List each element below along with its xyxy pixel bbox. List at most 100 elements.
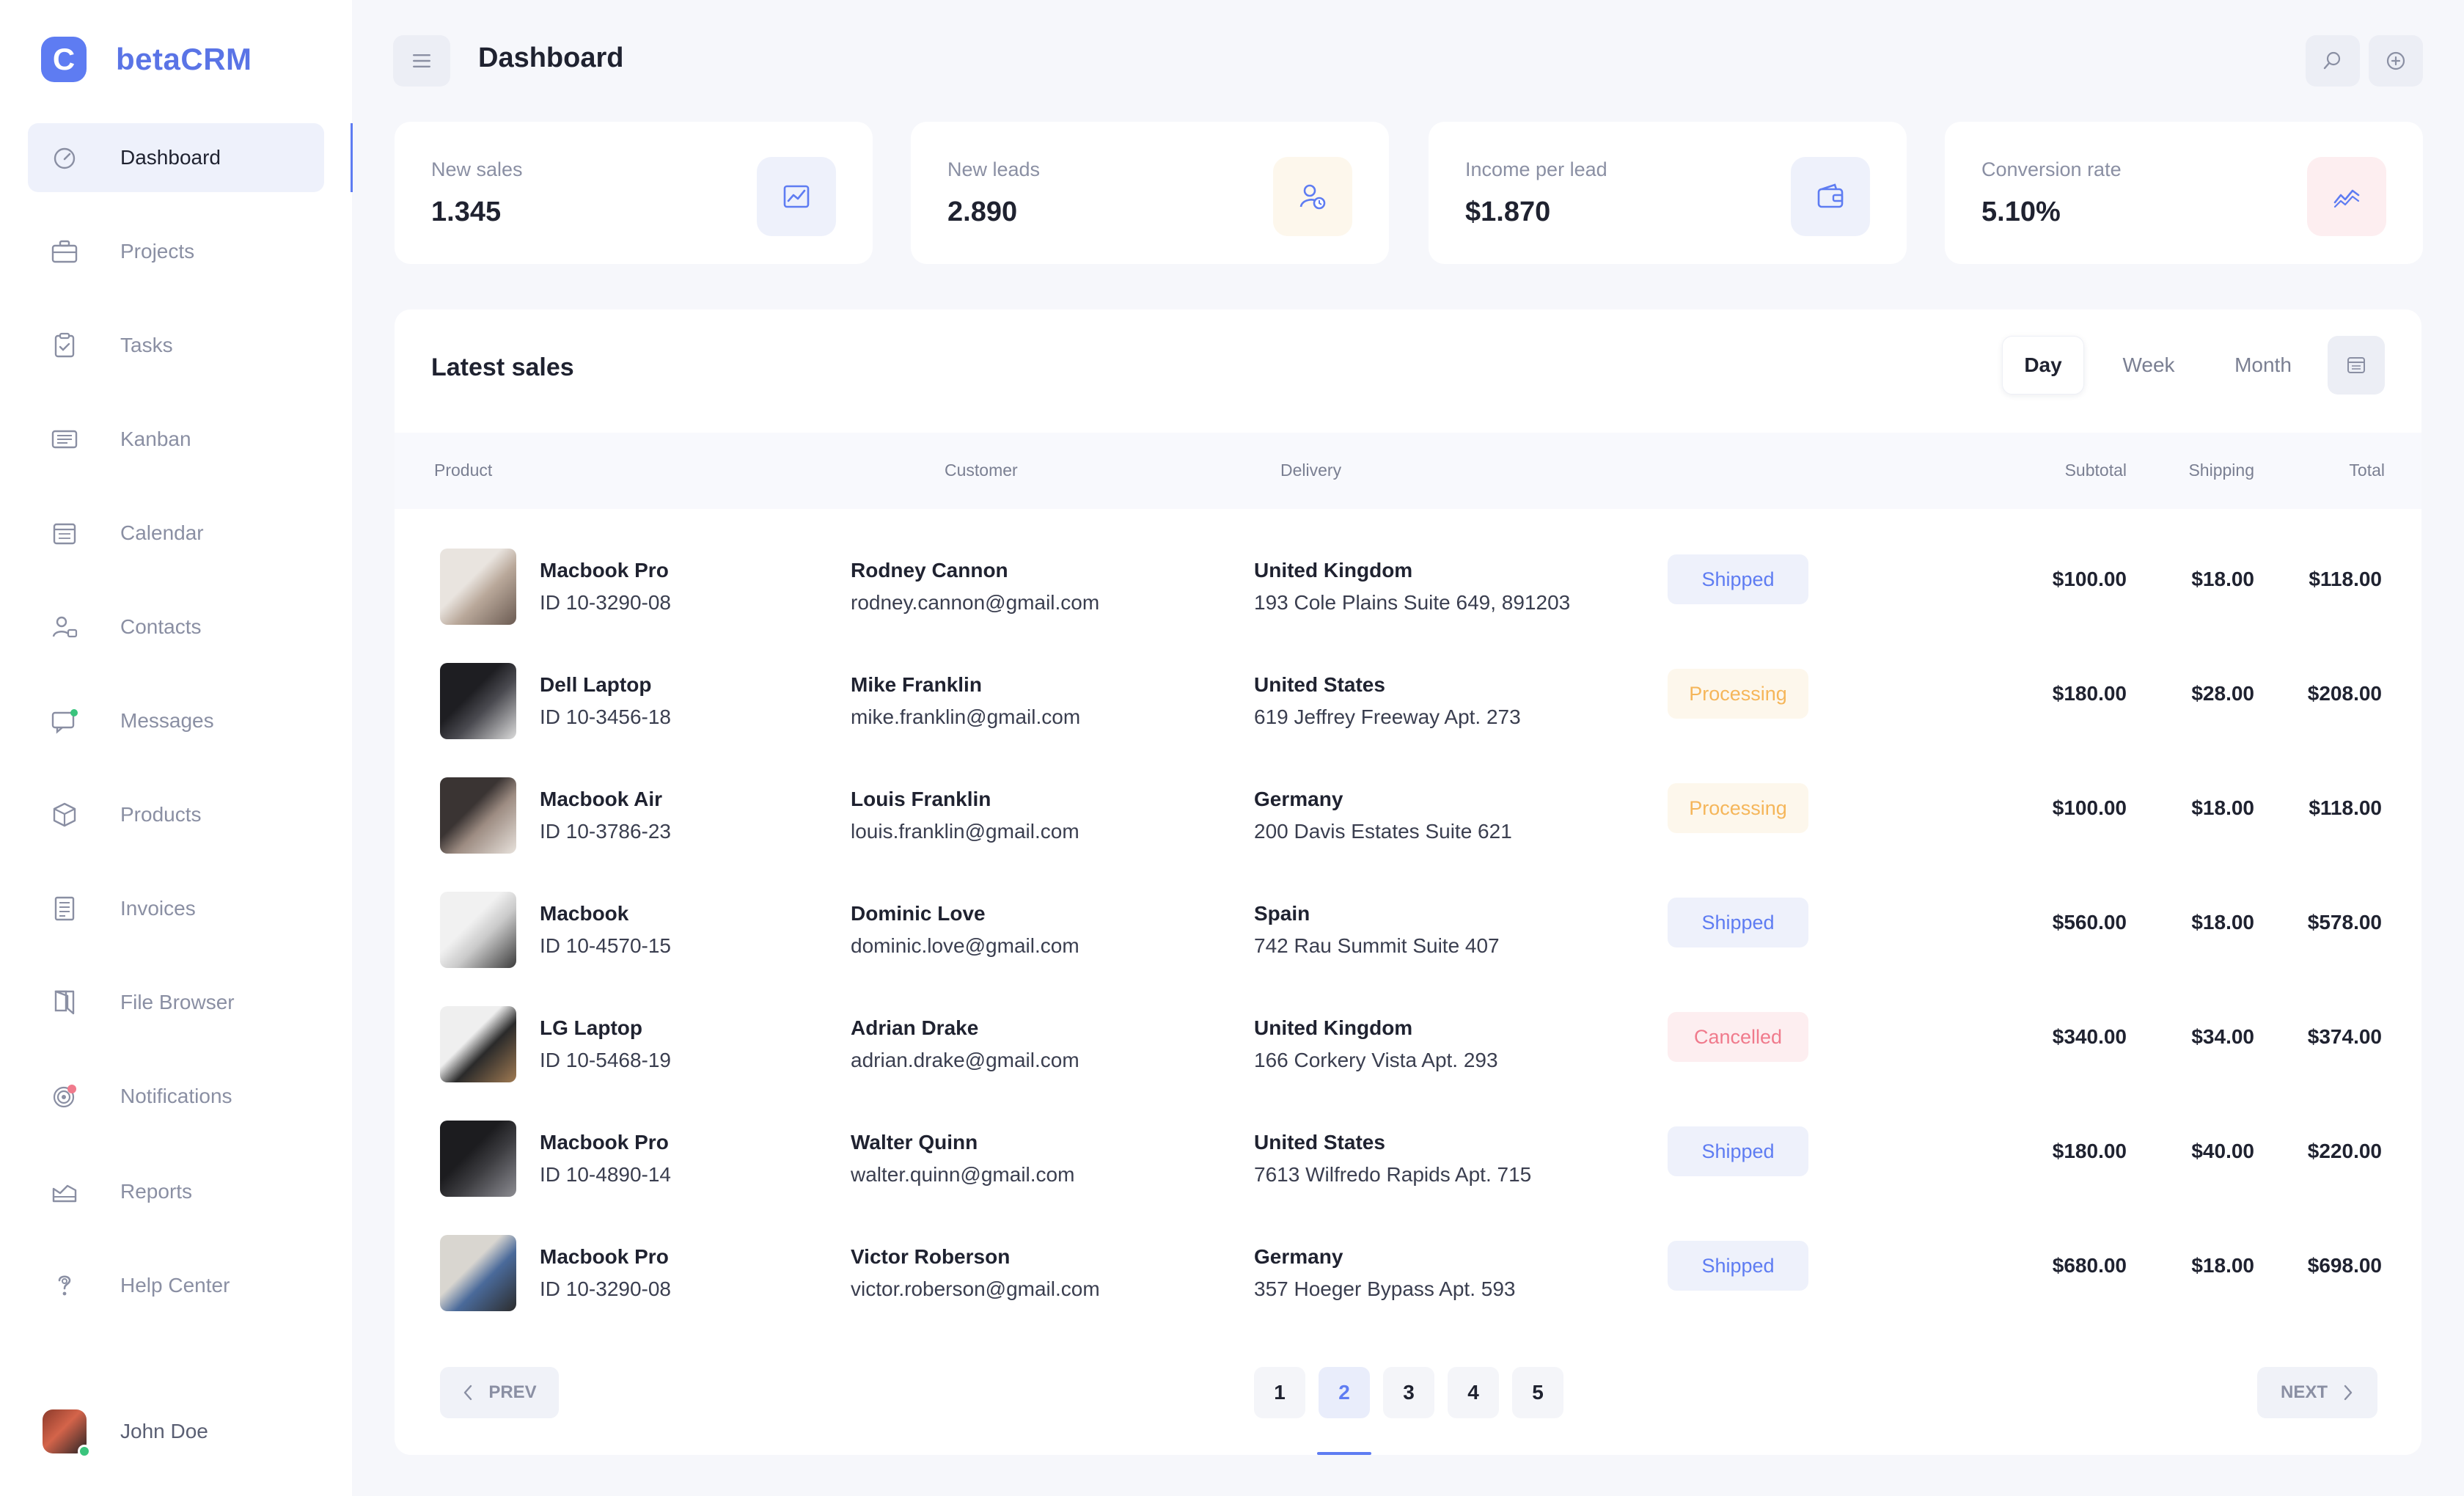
product-id: ID 10-3786-23 — [540, 820, 672, 843]
filter-day[interactable]: Day — [2002, 336, 2084, 395]
column-shipping[interactable]: Shipping — [2188, 461, 2254, 480]
active-indicator — [351, 123, 353, 192]
subtotal-value: $180.00 — [2052, 1140, 2127, 1162]
product-name[interactable]: Dell Laptop — [540, 673, 651, 697]
sidebar-item-help-center[interactable]: Help Center — [28, 1251, 324, 1320]
shipping-value: $18.00 — [2191, 796, 2254, 819]
customer-name[interactable]: Walter Quinn — [851, 1131, 978, 1154]
customer-name[interactable]: Rodney Cannon — [851, 559, 1008, 582]
page-button-5[interactable]: 5 — [1512, 1367, 1563, 1418]
delivery-country: United Kingdom — [1254, 1016, 1413, 1039]
column-total[interactable]: Total — [2349, 461, 2385, 480]
page-button-4[interactable]: 4 — [1448, 1367, 1499, 1418]
column-subtotal[interactable]: Subtotal — [2065, 461, 2127, 480]
stat-value: $1.870 — [1465, 197, 1551, 227]
customer-email: mike.franklin@gmail.com — [851, 705, 1081, 728]
sidebar-item-label: Tasks — [120, 334, 173, 356]
stat-card-income-per-lead[interactable]: Income per lead $1.870 — [1429, 122, 1907, 264]
sidebar-item-products[interactable]: Products — [28, 780, 324, 849]
customer-name[interactable]: Victor Roberson — [851, 1245, 1010, 1269]
sidebar-item-tasks[interactable]: Tasks — [28, 311, 324, 380]
online-status-dot — [78, 1445, 91, 1458]
stat-value: 1.345 — [431, 197, 502, 227]
product-name[interactable]: Macbook Pro — [540, 559, 669, 582]
customer-name[interactable]: Dominic Love — [851, 902, 986, 925]
customer-name[interactable]: Mike Franklin — [851, 673, 982, 697]
sidebar-item-messages[interactable]: Messages — [28, 686, 324, 755]
product-name[interactable]: Macbook Pro — [540, 1131, 669, 1154]
sidebar-item-dashboard[interactable]: Dashboard — [28, 123, 324, 192]
sidebar-item-file-browser[interactable]: File Browser — [28, 968, 324, 1037]
sidebar-item-reports[interactable]: Reports — [28, 1157, 324, 1226]
delivery-address: 166 Corkery Vista Apt. 293 — [1254, 1049, 1498, 1071]
messages-icon — [47, 703, 82, 738]
shipping-value: $18.00 — [2191, 1254, 2254, 1277]
sidebar-item-label: Dashboard — [120, 146, 221, 169]
table-row[interactable]: Macbook ID 10-4570-15 Dominic Love domin… — [395, 870, 2421, 984]
sidebar-item-projects[interactable]: Projects — [28, 217, 324, 286]
sidebar-item-calendar[interactable]: Calendar — [28, 499, 324, 568]
subtotal-value: $340.00 — [2052, 1025, 2127, 1048]
page-button-1[interactable]: 1 — [1254, 1367, 1305, 1418]
table-row[interactable]: Macbook Pro ID 10-3290-08 Rodney Cannon … — [395, 527, 2421, 641]
column-delivery[interactable]: Delivery — [1280, 461, 1341, 480]
filter-week[interactable]: Week — [2102, 336, 2196, 395]
product-id: ID 10-4570-15 — [540, 934, 672, 957]
sidebar-item-label: Contacts — [120, 615, 202, 638]
table-row[interactable]: LG Laptop ID 10-5468-19 Adrian Drake adr… — [395, 984, 2421, 1099]
column-product[interactable]: Product — [434, 461, 492, 480]
next-button[interactable]: NEXT — [2257, 1367, 2377, 1418]
customer-name[interactable]: Adrian Drake — [851, 1016, 978, 1040]
current-page-indicator — [1317, 1452, 1371, 1455]
table-row[interactable]: Macbook Pro ID 10-4890-14 Walter Quinn w… — [395, 1099, 2421, 1213]
invoice-icon — [47, 891, 82, 926]
filter-month[interactable]: Month — [2212, 336, 2314, 395]
dashboard-icon — [47, 140, 82, 175]
table-row[interactable]: Macbook Air ID 10-3786-23 Louis Franklin… — [395, 755, 2421, 870]
menu-toggle-button[interactable] — [393, 35, 450, 87]
user-profile[interactable]: John Doe — [43, 1409, 208, 1458]
date-picker-button[interactable] — [2328, 336, 2385, 395]
stat-card-new-sales[interactable]: New sales 1.345 — [395, 122, 873, 264]
add-button[interactable] — [2369, 35, 2423, 87]
search-button[interactable] — [2306, 35, 2360, 87]
page-button-2[interactable]: 2 — [1319, 1367, 1370, 1418]
status-badge: Shipped — [1668, 898, 1808, 947]
product-thumbnail — [440, 549, 516, 625]
kanban-icon — [47, 422, 82, 457]
chevron-left-icon — [464, 1385, 472, 1401]
sidebar-item-kanban[interactable]: Kanban — [28, 405, 324, 474]
table-row[interactable]: Dell Laptop ID 10-3456-18 Mike Franklin … — [395, 641, 2421, 755]
product-name[interactable]: Macbook Air — [540, 788, 662, 811]
product-name[interactable]: LG Laptop — [540, 1016, 642, 1040]
calendar-icon — [2347, 357, 2365, 373]
product-id: ID 10-3290-08 — [540, 1277, 672, 1300]
product-thumbnail — [440, 663, 516, 739]
page-button-3[interactable]: 3 — [1383, 1367, 1434, 1418]
sidebar-item-notifications[interactable]: Notifications — [28, 1062, 324, 1131]
customer-email: victor.roberson@gmail.com — [851, 1277, 1100, 1300]
product-name[interactable]: Macbook Pro — [540, 1245, 669, 1269]
sidebar-item-label: Kanban — [120, 428, 191, 450]
sidebar-item-invoices[interactable]: Invoices — [28, 874, 324, 943]
sidebar: C betaCRM Dashboard Projects Tasks Kanba… — [0, 0, 353, 1496]
sidebar-item-label: Projects — [120, 240, 195, 263]
column-customer[interactable]: Customer — [945, 461, 1018, 480]
customer-name[interactable]: Louis Franklin — [851, 788, 991, 811]
product-name[interactable]: Macbook — [540, 902, 628, 925]
stat-card-conversion-rate[interactable]: Conversion rate 5.10% — [1945, 122, 2423, 264]
delivery-country: United States — [1254, 673, 1385, 696]
logo[interactable]: C betaCRM — [41, 37, 252, 82]
sidebar-item-contacts[interactable]: Contacts — [28, 593, 324, 661]
total-value: $698.00 — [2307, 1254, 2382, 1277]
trend-icon — [2307, 157, 2386, 236]
product-thumbnail — [440, 1006, 516, 1082]
prev-button[interactable]: PREV — [440, 1367, 559, 1418]
stat-card-new-leads[interactable]: New leads 2.890 — [911, 122, 1389, 264]
briefcase-icon — [47, 234, 82, 269]
table-row[interactable]: Macbook Pro ID 10-3290-08 Victor Roberso… — [395, 1213, 2421, 1327]
page-title: Dashboard — [478, 43, 624, 73]
subtotal-value: $560.00 — [2052, 911, 2127, 934]
folder-icon — [47, 985, 82, 1020]
stat-label: New sales — [431, 158, 523, 180]
